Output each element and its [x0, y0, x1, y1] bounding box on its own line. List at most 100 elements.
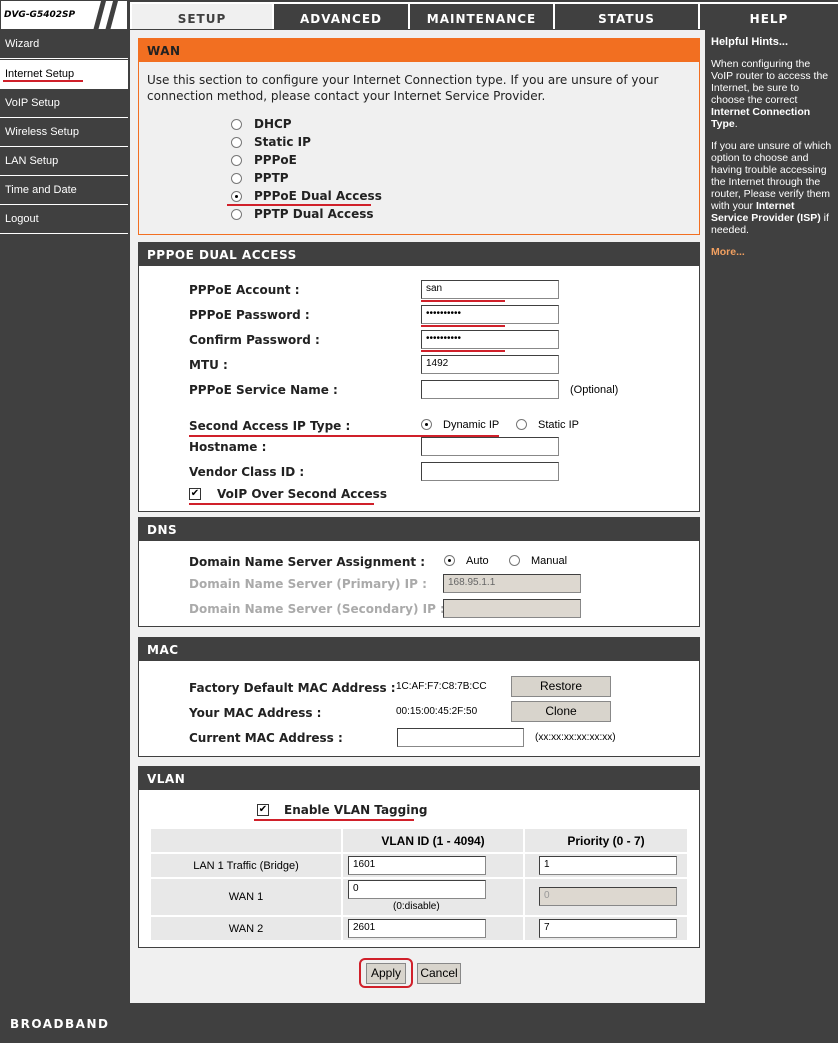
sidebar-item-internet-setup[interactable]: Internet Setup — [0, 60, 128, 89]
vendor-class-label: Vendor Class ID : — [189, 465, 305, 479]
dynamic-ip-label: Dynamic IP — [443, 419, 500, 431]
cancel-button[interactable]: Cancel — [417, 963, 461, 984]
wan-option-label: DHCP — [254, 117, 292, 131]
confirm-password-label: Confirm Password : — [189, 333, 320, 347]
wan-option-radio[interactable] — [231, 209, 242, 220]
vlan-section: VLAN ✔ Enable VLAN Tagging VLAN ID (1 - … — [138, 766, 700, 948]
dns-primary-label: Domain Name Server (Primary) IP : — [189, 577, 427, 591]
dns-auto-label: Auto — [466, 555, 489, 567]
tab-status[interactable]: STATUS — [553, 2, 698, 29]
service-name-input[interactable] — [421, 380, 559, 399]
voip-second-access-checkbox[interactable]: ✔ — [189, 488, 201, 500]
dns-title: DNS — [139, 518, 699, 541]
tab-advanced[interactable]: ADVANCED — [272, 2, 408, 29]
table-row: WAN 2 2601 7 — [151, 917, 687, 940]
wan-option-radio[interactable] — [231, 191, 242, 202]
your-mac-value: 00:15:00:45:2F:50 — [396, 706, 478, 717]
current-mac-input[interactable] — [397, 728, 524, 747]
sidebar: Wizard Internet Setup VoIP Setup Wireles… — [0, 30, 128, 234]
help-text-2: If you are unsure of which option to cho… — [711, 140, 832, 236]
mac-title: MAC — [139, 638, 699, 661]
wan-title: WAN — [139, 39, 699, 62]
vlan-table: VLAN ID (1 - 4094) Priority (0 - 7) LAN 1… — [149, 827, 689, 942]
mac-section: MAC Factory Default MAC Address : 1C:AF:… — [138, 637, 700, 757]
disable-note: (0:disable) — [393, 901, 440, 912]
annotation-underline — [3, 80, 83, 82]
tab-maintenance[interactable]: MAINTENANCE — [408, 2, 553, 29]
tab-setup[interactable]: SETUP — [130, 2, 272, 29]
sidebar-item-time-and-date[interactable]: Time and Date — [0, 176, 128, 205]
lan1-priority-input[interactable]: 1 — [539, 856, 677, 875]
hostname-input[interactable] — [421, 437, 559, 456]
help-title: Helpful Hints... — [711, 36, 788, 48]
pppoe-account-label: PPPoE Account : — [189, 283, 300, 297]
wan1-priority-input[interactable]: 0 — [539, 887, 677, 906]
restore-button[interactable]: Restore — [511, 676, 611, 697]
mtu-label: MTU : — [189, 358, 228, 372]
dns-assign-label: Domain Name Server Assignment : — [189, 555, 426, 569]
pppoe-account-input[interactable]: san — [421, 280, 559, 299]
tab-help[interactable]: HELP — [698, 2, 838, 29]
static-ip-radio[interactable] — [516, 419, 527, 430]
your-mac-label: Your MAC Address : — [189, 706, 322, 720]
optional-note: (Optional) — [570, 384, 619, 396]
wan-option-radio[interactable] — [231, 155, 242, 166]
service-name-label: PPPoE Service Name : — [189, 383, 338, 397]
wan-option-label: PPPoE — [254, 153, 297, 167]
wan-option-radio[interactable] — [231, 137, 242, 148]
hostname-label: Hostname : — [189, 440, 267, 454]
table-row: LAN 1 Traffic (Bridge) 1601 1 — [151, 854, 687, 877]
model-logo: DVG-G5402SP — [0, 0, 128, 31]
dns-secondary-label: Domain Name Server (Secondary) IP : — [189, 602, 445, 616]
help-panel: Helpful Hints... When configuring the Vo… — [707, 30, 838, 1003]
wan-description: Use this section to configure your Inter… — [147, 73, 659, 103]
wan2-priority-input[interactable]: 7 — [539, 919, 677, 938]
dns-manual-radio[interactable] — [509, 555, 520, 566]
dns-auto-radio[interactable] — [444, 555, 455, 566]
table-row: WAN 1 0 (0:disable) 0 — [151, 879, 687, 915]
enable-vlan-checkbox[interactable]: ✔ — [257, 804, 269, 816]
confirm-password-input[interactable]: •••••••••• — [421, 330, 559, 349]
lan1-vlan-id-input[interactable]: 1601 — [348, 856, 486, 875]
factory-mac-value: 1C:AF:F7:C8:7B:CC — [396, 681, 487, 692]
sidebar-item-wizard[interactable]: Wizard — [0, 30, 128, 59]
second-access-label: Second Access IP Type : — [189, 419, 351, 433]
sidebar-item-logout[interactable]: Logout — [0, 205, 128, 234]
pppoe-password-input[interactable]: •••••••••• — [421, 305, 559, 324]
wan-section: WAN Use this section to configure your I… — [138, 38, 700, 235]
apply-button[interactable]: Apply — [366, 963, 406, 984]
wan-option-label: PPTP — [254, 171, 289, 185]
sidebar-item-voip-setup[interactable]: VoIP Setup — [0, 89, 128, 118]
vlan-id-header: VLAN ID (1 - 4094) — [343, 829, 523, 852]
dns-manual-label: Manual — [531, 555, 568, 567]
pppoe-section: PPPOE DUAL ACCESS PPPoE Account : san PP… — [138, 242, 700, 512]
footer-brand: BROADBAND — [10, 1017, 110, 1031]
annotation-underline — [227, 204, 371, 206]
wan-option-radio[interactable] — [231, 119, 242, 130]
wan1-vlan-id-input[interactable]: 0 — [348, 880, 486, 899]
enable-vlan-label: Enable VLAN Tagging — [284, 803, 428, 817]
wan-option-label: PPPoE Dual Access — [254, 189, 382, 203]
pppoe-password-label: PPPoE Password : — [189, 308, 310, 322]
mtu-input[interactable]: 1492 — [421, 355, 559, 374]
wan2-vlan-id-input[interactable]: 2601 — [348, 919, 486, 938]
dns-primary-input[interactable]: 168.95.1.1 — [443, 574, 581, 593]
sidebar-item-wireless-setup[interactable]: Wireless Setup — [0, 118, 128, 147]
wan-option-label: Static IP — [254, 135, 311, 149]
vendor-class-input[interactable] — [421, 462, 559, 481]
voip-second-access-label: VoIP Over Second Access — [217, 487, 387, 501]
help-text-1: When configuring the VoIP router to acce… — [711, 58, 829, 130]
dns-section: DNS Domain Name Server Assignment : Auto… — [138, 517, 700, 627]
main-content: WAN Use this section to configure your I… — [130, 30, 705, 1003]
wan-option-label: PPTP Dual Access — [254, 207, 374, 221]
dynamic-ip-radio[interactable] — [421, 419, 432, 430]
wan-option-radio[interactable] — [231, 173, 242, 184]
current-mac-label: Current MAC Address : — [189, 731, 343, 745]
dns-secondary-input[interactable] — [443, 599, 581, 618]
more-link[interactable]: More... — [711, 246, 834, 258]
clone-button[interactable]: Clone — [511, 701, 611, 722]
mac-format-note: (xx:xx:xx:xx:xx:xx) — [535, 732, 616, 743]
sidebar-item-lan-setup[interactable]: LAN Setup — [0, 147, 128, 176]
pppoe-title: PPPOE DUAL ACCESS — [139, 243, 699, 266]
priority-header: Priority (0 - 7) — [525, 829, 687, 852]
